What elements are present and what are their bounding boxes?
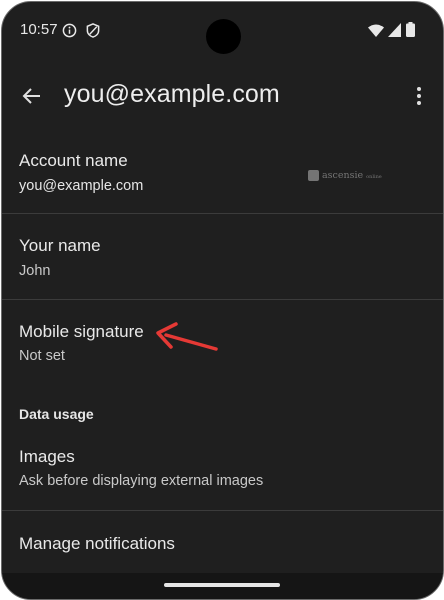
security-shield-icon [86,23,100,43]
status-bar: 10:57 [2,2,443,60]
back-arrow-icon[interactable] [20,84,44,108]
mobile-signature-value: Not set [19,348,65,364]
more-options-icon[interactable] [415,84,423,108]
phone-screen: 10:57 you@example.com Account name you@e… [1,1,444,600]
watermark-brand: ascensie [322,170,364,181]
setting-images[interactable]: Images Ask before displaying external im… [2,432,443,510]
setting-your-name[interactable]: Your name John [2,214,443,299]
account-name-label: Account name [19,151,128,170]
info-icon [62,23,77,43]
page-title: you@example.com [64,80,280,108]
annotation-arrow-icon [152,320,222,361]
app-bar: you@example.com [2,60,443,130]
setting-manage-notifications[interactable]: Manage notifications [2,511,443,573]
images-value: Ask before displaying external images [19,473,264,489]
your-name-label: Your name [19,236,101,255]
home-gesture-handle[interactable] [164,583,280,587]
status-time: 10:57 [20,21,58,38]
section-header-data-usage: Data usage [19,406,94,422]
battery-icon [406,22,415,42]
setting-mobile-signature[interactable]: Mobile signature Not set [2,300,443,380]
images-label: Images [19,447,75,466]
account-name-value: you@example.com [19,178,144,194]
wifi-icon [368,24,384,42]
front-camera-cutout [206,19,241,54]
mobile-signature-label: Mobile signature [19,322,144,341]
watermark-logo: ascensie online [308,170,382,181]
watermark-mark-icon [308,170,319,181]
watermark-suffix: online [366,174,382,180]
cell-signal-icon [388,23,401,42]
your-name-value: John [19,263,51,279]
manage-notifications-label: Manage notifications [19,534,175,553]
